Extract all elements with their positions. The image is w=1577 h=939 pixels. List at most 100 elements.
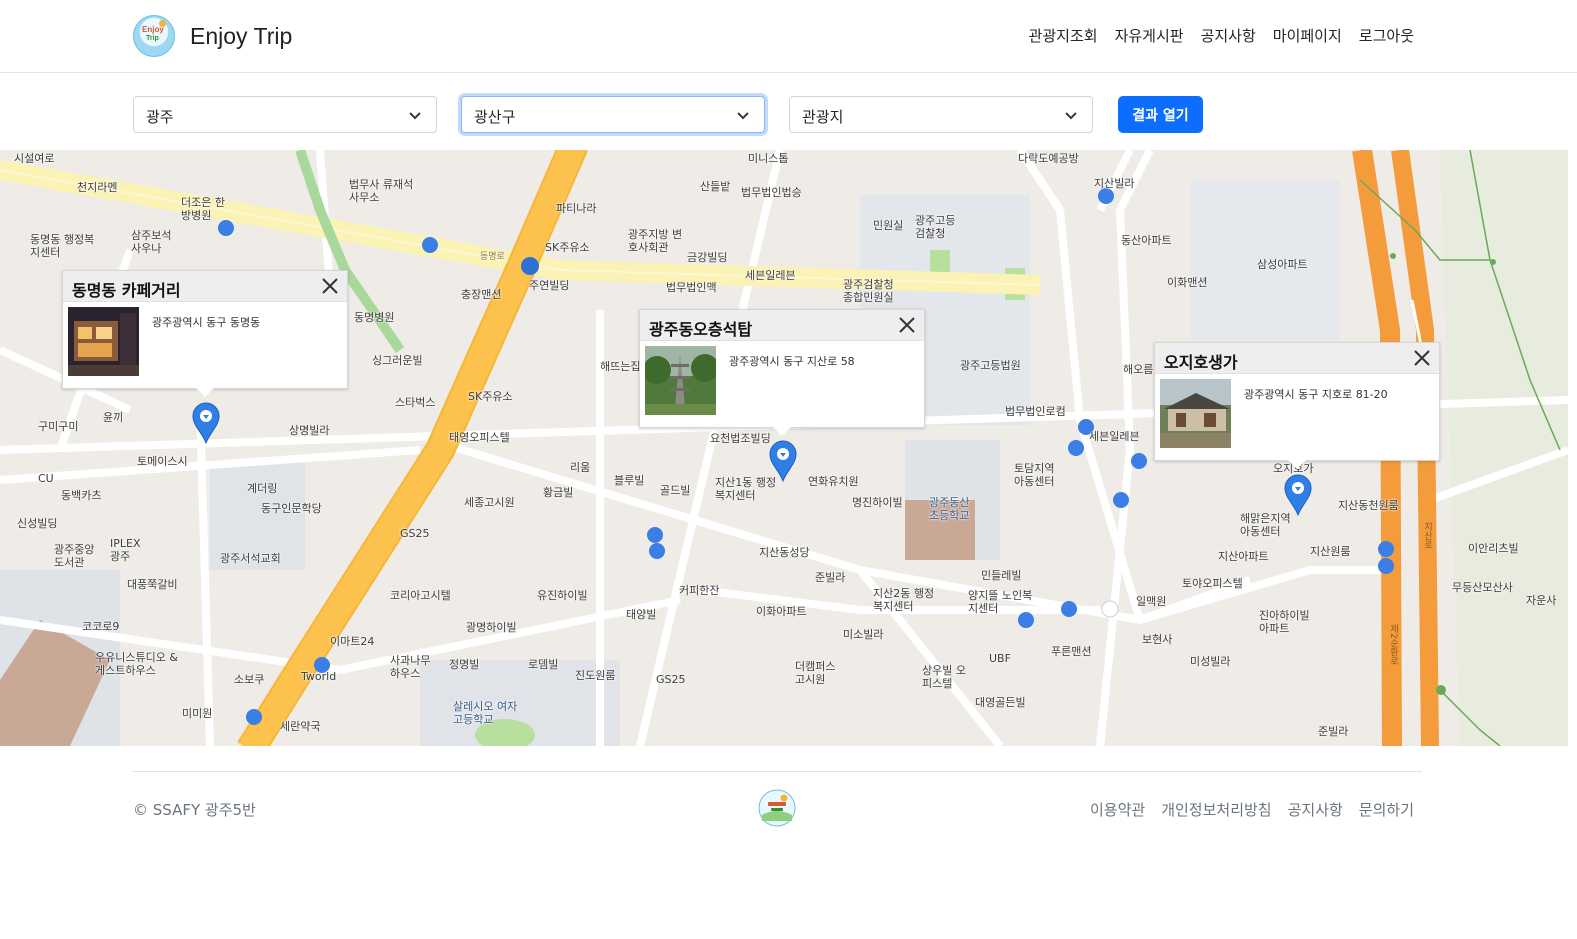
map-label: 토야오피스텔 — [1182, 577, 1243, 590]
district-select[interactable]: 광산구 — [461, 96, 765, 133]
map-label: SK주유소 — [468, 390, 513, 403]
map-label: 광명하이빌 — [466, 621, 517, 634]
map-label: 민들레빌 — [981, 569, 1022, 582]
info-window-title: 동명동 카페거리 — [72, 281, 181, 300]
map-label: 충장맨션 — [461, 288, 502, 301]
info-window-title: 오지호생가 — [1164, 353, 1238, 372]
footer-link-contact[interactable]: 문의하기 — [1359, 799, 1414, 820]
map-label: IPLEX 광주 — [110, 537, 141, 563]
map-label: 천지라멘 — [77, 181, 118, 194]
brand-name[interactable]: Enjoy Trip — [190, 23, 292, 50]
map-label: 광주고등법원 — [960, 359, 1021, 372]
attraction-photo — [645, 346, 716, 415]
map-label: 동산아파트 — [1121, 234, 1172, 247]
map-label: 광주서석교회 — [220, 552, 281, 565]
close-icon[interactable] — [321, 277, 339, 295]
map-label: 사과나무 하우스 — [390, 654, 431, 680]
footer-link-terms[interactable]: 이용약관 — [1090, 799, 1145, 820]
map-label: 양지뜰 노인복지센터 — [968, 589, 1033, 615]
nav-mypage[interactable]: 마이페이지 — [1273, 25, 1342, 46]
nav-logout[interactable]: 로그아웃 — [1359, 25, 1414, 46]
brand[interactable]: Enjoy Trip Enjoy Trip — [133, 15, 292, 57]
chevron-down-icon — [409, 112, 421, 120]
map-label: 세븐일레븐 — [1089, 430, 1140, 443]
map-label: 싱그러운빌 — [372, 354, 423, 367]
info-window-dongmyeong-cafe-street[interactable]: 동명동 카페거리 광주광역시 동구 동명동 — [62, 270, 348, 397]
map-marker-icon[interactable] — [769, 440, 797, 482]
top-navbar: Enjoy Trip Enjoy Trip 관광지조회 자유게시판 공지사항 마… — [0, 0, 1577, 73]
map-label: 상우빌 오피스텔 — [922, 664, 966, 690]
map-label: 시설여로 — [14, 152, 55, 165]
page: Enjoy Trip Enjoy Trip 관광지조회 자유게시판 공지사항 마… — [0, 0, 1577, 939]
main-nav: 관광지조회 자유게시판 공지사항 마이페이지 로그아웃 — [1029, 25, 1414, 46]
info-window-address: 광주광역시 동구 동명동 — [152, 316, 261, 329]
map-label: 골드빌 — [660, 484, 691, 497]
close-icon[interactable] — [1413, 349, 1431, 367]
map-label: 동명로 — [480, 252, 505, 262]
map-label: 미니스톱 — [748, 152, 789, 165]
footer: © SSAFY 광주5반 이용약관 개인정보처리방침 공지사항 문의하기 — [133, 771, 1422, 827]
map-label: 법무법인법승 — [741, 186, 802, 199]
map-label: UBF — [989, 652, 1011, 665]
map-label: 제2순환로 — [1388, 624, 1398, 666]
map-label: 동명동 행정복지센터 — [30, 233, 95, 259]
map-label: 황금빌 — [543, 486, 574, 499]
enjoy-trip-footer-logo[interactable] — [758, 789, 796, 827]
map-label: 해오름 — [1123, 363, 1154, 376]
info-window-oh-ji-ho-birthplace[interactable]: 오지호생가 광주광역시 동구 지호로 81-20 — [1154, 342, 1440, 469]
map-label: 지산빌라 — [1094, 177, 1135, 190]
map-label: 이화맨션 — [1167, 276, 1208, 289]
map-label: 우유니스튜디오 &게스트하우스 — [95, 651, 178, 677]
map-label: 무등산모산사 — [1452, 581, 1513, 594]
map-label: 이화아파트 — [756, 605, 807, 618]
map-label: 지산동천원룸 — [1338, 499, 1399, 512]
enjoy-trip-logo: Enjoy Trip — [133, 15, 175, 57]
map-label: 푸른맨션 — [1051, 645, 1092, 658]
map-label: 태양빌 — [626, 608, 657, 621]
content-type-select[interactable]: 관광지 — [789, 96, 1093, 133]
region-select[interactable]: 광주 — [133, 96, 437, 133]
map-label: 미소빌라 — [843, 628, 884, 641]
map-label: 미미원 — [182, 707, 213, 720]
close-icon[interactable] — [898, 316, 916, 334]
nav-attraction-search[interactable]: 관광지조회 — [1029, 25, 1098, 46]
map-label: 지산동성당 — [759, 546, 810, 559]
copyright-text: © SSAFY 광주5반 — [133, 801, 256, 819]
map-label: SK주유소 — [545, 241, 590, 254]
chevron-down-icon — [737, 112, 749, 120]
footer-link-notice[interactable]: 공지사항 — [1288, 799, 1343, 820]
map-label: 이안리츠빌 — [1468, 542, 1519, 555]
map-label: 준빌라 — [815, 571, 846, 584]
map-marker-icon[interactable] — [1284, 474, 1312, 516]
map-label: GS25 — [400, 527, 430, 540]
map-label: 자운사 — [1526, 594, 1557, 607]
map-label: 더캠퍼스 고시원 — [795, 660, 836, 686]
map-label: 계더링 — [247, 482, 278, 495]
map-label: 진도원룸 — [575, 669, 616, 682]
footer-link-privacy[interactable]: 개인정보처리방침 — [1161, 799, 1271, 820]
info-window-address: 광주광역시 동구 지산로 58 — [729, 355, 855, 368]
map-label: 토메이스시 — [137, 455, 188, 468]
map-label: 미성빌라 — [1190, 655, 1231, 668]
map-marker-icon[interactable] — [192, 402, 220, 444]
info-window-title: 광주동오층석탑 — [649, 320, 753, 339]
map-label: 광주동산 초등학교 — [929, 496, 970, 522]
map-label: 광주검찰청 종합민원실 — [843, 278, 894, 304]
map-label: 구미구미 — [38, 420, 79, 433]
map-label: 지산로 — [1422, 522, 1432, 549]
nav-free-board[interactable]: 자유게시판 — [1115, 25, 1184, 46]
map-label: 더조은 한방병원 — [181, 196, 225, 222]
map-view[interactable]: 시설여로 천지라멘 더조은 한방병원 삼주보석 사우나 동명동 행정복지센터 동… — [0, 150, 1568, 746]
map-label: 동구인문학당 — [261, 502, 322, 515]
info-window-gwangju-five-storey-pagoda[interactable]: 광주동오층석탑 광주광역시 동구 지산로 58 — [639, 309, 925, 436]
map-label: 해뜨는집 — [600, 360, 641, 373]
map-label: 연화유치원 — [808, 475, 859, 488]
open-results-button[interactable]: 결과 열기 — [1118, 96, 1203, 133]
map-label: 법무법인로컴 — [1005, 405, 1066, 418]
map-label: 정명빌 — [449, 658, 480, 671]
map-label: 코리아고시텔 — [390, 589, 451, 602]
map-label: 명진하이빌 — [852, 496, 903, 509]
map-label: 광주중앙 도서관 — [54, 543, 95, 569]
nav-notice[interactable]: 공지사항 — [1201, 25, 1256, 46]
map-label: 태영오피스텔 — [449, 431, 510, 444]
